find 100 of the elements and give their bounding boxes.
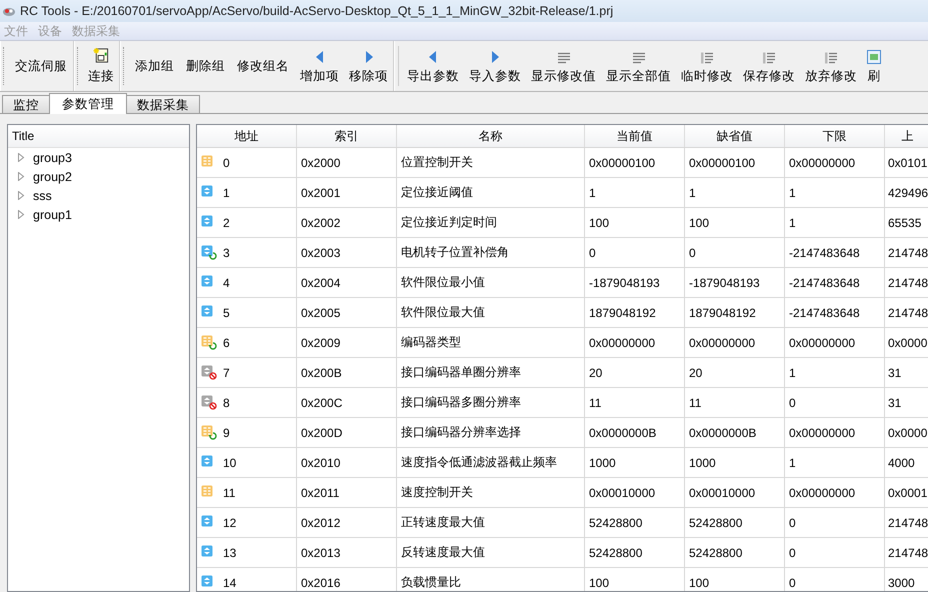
table-cell: 0 [789, 396, 796, 410]
table-cell: 0x2000 [301, 156, 340, 170]
table-cell: 编码器类型 [401, 334, 461, 351]
table-cell: 0 [789, 546, 796, 560]
toolbar-button[interactable]: 保存修改 [738, 41, 800, 91]
table-cell: -2147483648 [789, 246, 860, 260]
left-arrow-icon [428, 50, 438, 64]
column-header: 下限 [785, 125, 885, 147]
table-cell: 负载惯量比 [401, 574, 461, 591]
table-cell: 1000 [589, 456, 616, 470]
table-cell: 11 [689, 396, 702, 410]
table-cell: 6 [223, 336, 230, 350]
table-cell: 0x2001 [301, 186, 340, 200]
table-cell: 0 [589, 246, 596, 260]
table-cell: 定位接近阈值 [401, 184, 473, 201]
table-cell: 12 [223, 516, 236, 530]
toolbar-button[interactable]: 交流伺服 [9, 41, 73, 91]
table-cell: 52428800 [689, 516, 742, 530]
table-cell: 20 [689, 366, 702, 380]
table-cell: 速度指令低通滤波器截止频率 [401, 454, 557, 471]
left-arrow-icon [314, 50, 324, 64]
table-cell: 1 [689, 186, 696, 200]
toolbar-button[interactable]: 临时修改 [676, 41, 738, 91]
table-cell: 软件限位最大值 [401, 304, 485, 321]
table-icon [867, 50, 881, 64]
table-cell: 100 [589, 216, 610, 230]
table-cell: 100 [689, 216, 710, 230]
table-cell: 100 [589, 576, 610, 590]
tree-item[interactable]: sss [8, 186, 189, 205]
table-cell: -2147483648 [789, 306, 860, 320]
tree-item[interactable]: group2 [8, 167, 189, 186]
table-cell: 5 [223, 306, 230, 320]
table-cell: 52428800 [589, 516, 642, 530]
table-cell: 0x2005 [301, 306, 340, 320]
table-cell: -1879048193 [689, 276, 760, 290]
table-cell: 0x0000000B [689, 426, 756, 440]
table-cell: 0x200D [301, 426, 342, 440]
toolbar-button[interactable]: 添加组 [129, 41, 180, 91]
right-arrow-icon [364, 50, 374, 64]
table-cell: 接口编码器多圈分辨率 [401, 394, 521, 411]
table-cell: 1 [789, 366, 796, 380]
toolbar-button[interactable]: 放弃修改 [800, 41, 862, 91]
table-cell: 0x200C [301, 396, 342, 410]
table-cell: 2 [223, 216, 230, 230]
tree-item[interactable]: group3 [8, 148, 189, 167]
table-cell: 0x2010 [301, 456, 340, 470]
toolbar-button[interactable]: 导出参数 [402, 41, 464, 91]
table-cell: 0x0101 [888, 156, 928, 170]
toolbar-button[interactable]: 修改组名 [231, 41, 295, 91]
table-cell: 0x2013 [301, 546, 340, 560]
tab[interactable]: 数据采集 [126, 95, 200, 113]
table-cell: 1879048192 [589, 306, 656, 320]
toolbar-button[interactable]: 刷 [862, 41, 886, 91]
table-cell: 31 [888, 366, 902, 380]
table-cell: 0x0000 [888, 336, 928, 350]
table-cell: 13 [223, 546, 236, 560]
tab[interactable]: 参数管理 [49, 93, 127, 114]
table-cell: 反转速度最大值 [401, 544, 485, 561]
table-cell: 4000 [888, 456, 915, 470]
table-cell: -2147483648 [789, 276, 860, 290]
toolbar-button[interactable]: 导入参数 [464, 41, 526, 91]
table-cell: 0x00010000 [589, 486, 656, 500]
table-cell: 0x2011 [301, 486, 340, 500]
table-cell: -1879048193 [589, 276, 660, 290]
table-cell: 1 [789, 186, 796, 200]
toolbar-button[interactable]: 连接 [83, 41, 119, 91]
tab[interactable]: 监控 [2, 95, 50, 113]
table-cell: 位置控制开关 [401, 154, 473, 171]
table-cell: 1 [789, 216, 796, 230]
column-header: 当前值 [585, 125, 685, 147]
tree-item[interactable]: group1 [8, 205, 189, 224]
lines-icon [762, 52, 776, 64]
table-cell: 0x00000100 [689, 156, 756, 170]
table-cell: 3000 [888, 576, 915, 590]
toolbar-button[interactable]: 显示全部值 [601, 41, 676, 91]
table-cell: 214748 [888, 306, 928, 320]
table-cell: 0x00000000 [589, 336, 656, 350]
right-arrow-icon [490, 50, 500, 64]
table-cell: 0x2003 [301, 246, 340, 260]
column-header: 上 [885, 125, 928, 147]
table-cell: 0x2004 [301, 276, 340, 290]
table-cell: 10 [223, 456, 236, 470]
table-cell: 3 [223, 246, 230, 260]
toolbar-button[interactable]: 移除项 [344, 41, 393, 91]
table-cell: 214748 [888, 276, 928, 290]
table-cell: 0 [223, 156, 230, 170]
table-cell: 31 [888, 396, 902, 410]
toolbar-button[interactable]: 删除组 [180, 41, 231, 91]
table-cell: 0x00000000 [789, 486, 856, 500]
column-header: 索引 [297, 125, 397, 147]
table-cell: 定位接近判定时间 [401, 214, 497, 231]
column-header: 地址 [197, 125, 297, 147]
table-cell: 214748 [888, 546, 928, 560]
table-cell: 速度控制开关 [401, 484, 473, 501]
table-cell: 214748 [888, 246, 928, 260]
table-cell: 1000 [689, 456, 716, 470]
toolbar-button[interactable]: 增加项 [295, 41, 344, 91]
table-cell: 0x2016 [301, 576, 340, 590]
table-cell: 9 [223, 426, 230, 440]
toolbar-button[interactable]: 显示修改值 [526, 41, 601, 91]
